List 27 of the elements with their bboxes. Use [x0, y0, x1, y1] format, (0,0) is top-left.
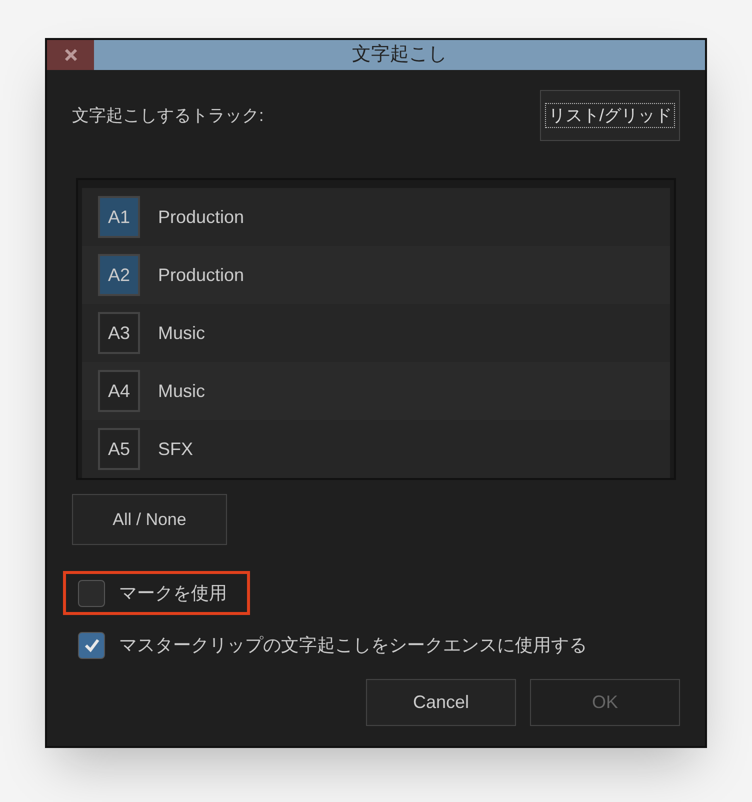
checkbox[interactable]: [78, 632, 105, 658]
track-row[interactable]: A5 SFX: [82, 420, 670, 478]
view-toggle-button[interactable]: リスト/グリッド: [540, 90, 680, 141]
track-label: 文字起こしするトラック:: [72, 104, 264, 127]
close-icon: [64, 48, 78, 62]
track-badge[interactable]: A4: [98, 370, 140, 412]
checkmark-icon: [82, 636, 100, 654]
all-none-button[interactable]: All / None: [72, 494, 227, 545]
track-row[interactable]: A2 Production: [82, 246, 670, 304]
dialog-button[interactable]: Cancel: [366, 679, 516, 726]
track-name: Music: [158, 380, 206, 402]
track-name: Production: [158, 264, 244, 286]
track-row[interactable]: A1 Production: [82, 188, 670, 246]
track-name: Music: [158, 322, 206, 344]
track-badge[interactable]: A3: [98, 312, 140, 354]
track-badge[interactable]: A2: [98, 254, 140, 296]
close-button[interactable]: [47, 40, 94, 70]
track-badge[interactable]: A5: [98, 428, 140, 470]
checkbox-label: マークを使用: [119, 582, 227, 604]
track-name: SFX: [158, 438, 194, 460]
track-row[interactable]: A3 Music: [82, 304, 670, 362]
window-title: 文字起こし: [352, 42, 447, 67]
checkbox-label: マスタークリップの文字起こしをシークエンスに使用する: [119, 634, 587, 656]
track-row[interactable]: A4 Music: [82, 362, 670, 420]
track-badge[interactable]: A1: [98, 196, 140, 238]
track-name: Production: [158, 206, 244, 228]
checkbox[interactable]: [78, 580, 105, 606]
